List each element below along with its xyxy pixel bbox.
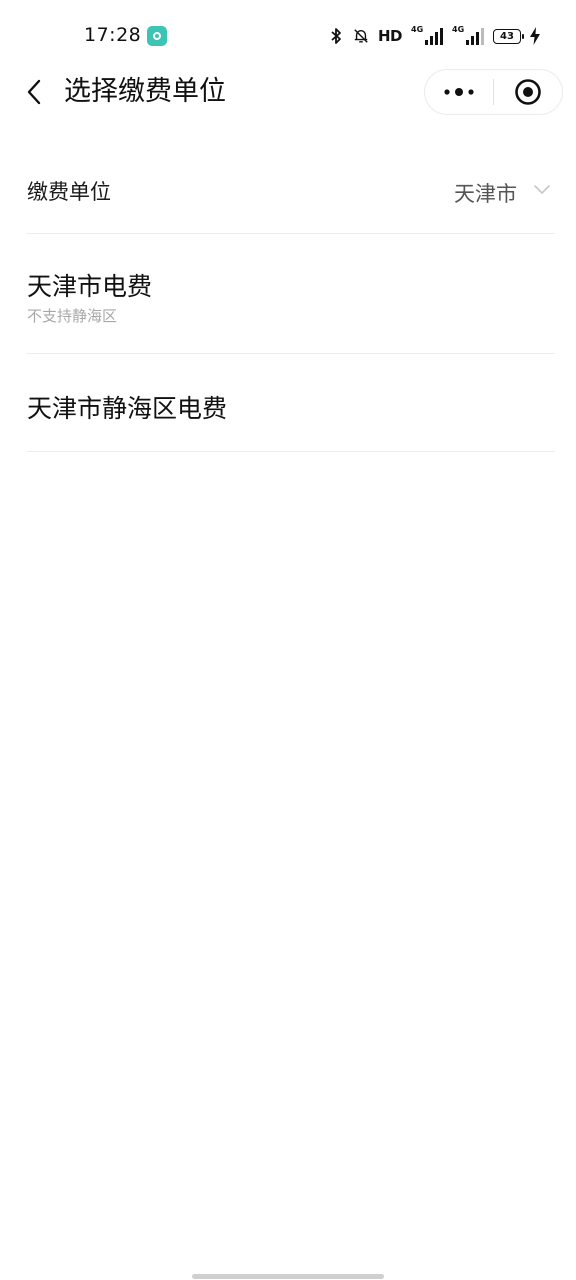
status-time: 17:28 — [84, 24, 142, 46]
sim2-network-type: 4G — [452, 25, 465, 34]
unit-note: 不支持静海区 — [27, 307, 118, 325]
chevron-down-icon — [534, 185, 550, 194]
selected-city: 天津市 — [454, 182, 517, 206]
hd-indicator: HD — [377, 27, 403, 45]
list-item-jinghai-electricity[interactable]: 天津市静海区电费 — [27, 355, 555, 452]
mini-program-capsule — [424, 69, 563, 115]
status-bar: 17:28 HD 4G 4G 43 — [0, 0, 576, 72]
signal-sim1-icon: 4G — [411, 25, 443, 45]
more-button[interactable] — [425, 70, 493, 114]
payment-unit-selector[interactable]: 缴费单位 天津市 — [27, 144, 555, 234]
navigation-bar: 选择缴费单位 — [0, 68, 576, 118]
payment-unit-label: 缴费单位 — [27, 180, 111, 204]
target-circle-icon — [515, 79, 541, 105]
bluetooth-icon — [328, 26, 344, 46]
sim1-network-type: 4G — [411, 25, 424, 34]
page-title: 选择缴费单位 — [64, 76, 226, 107]
home-indicator[interactable] — [192, 1274, 384, 1279]
more-dots-icon — [444, 88, 474, 96]
list-item-tianjin-electricity[interactable]: 天津市电费 不支持静海区 — [27, 235, 555, 354]
close-mini-program-button[interactable] — [494, 70, 562, 114]
status-icons: HD 4G 4G 43 — [328, 24, 540, 48]
unit-name: 天津市电费 — [27, 272, 153, 301]
battery-level: 43 — [500, 30, 514, 42]
battery-icon: 43 — [493, 28, 524, 44]
signal-sim2-icon: 4G — [452, 25, 484, 45]
bell-off-icon — [353, 26, 369, 46]
back-button[interactable] — [18, 74, 50, 110]
lightning-bolt-icon — [530, 27, 540, 45]
unit-name: 天津市静海区电费 — [27, 394, 228, 423]
chevron-left-icon — [27, 79, 41, 105]
app-notification-icon — [147, 26, 167, 46]
